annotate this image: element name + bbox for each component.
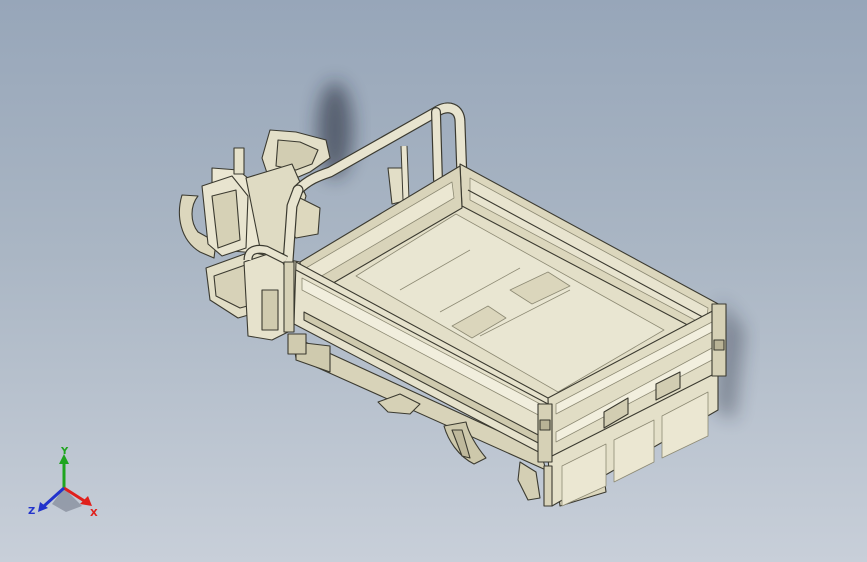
- y-axis-label: Y: [60, 446, 69, 457]
- rear-axle-bracket: [517, 461, 541, 501]
- steering-post: [233, 147, 245, 175]
- z-axis-label: Z: [28, 506, 35, 517]
- orientation-triad[interactable]: Y X Z: [22, 446, 112, 526]
- x-axis-label: X: [90, 508, 98, 519]
- tailgate-latch-left: [537, 403, 553, 463]
- cargo-bed[interactable]: [283, 163, 727, 507]
- cargo-tricycle-model[interactable]: [0, 0, 867, 562]
- front-corner-post: [283, 261, 295, 333]
- cad-viewport[interactable]: Y X Z: [0, 0, 867, 562]
